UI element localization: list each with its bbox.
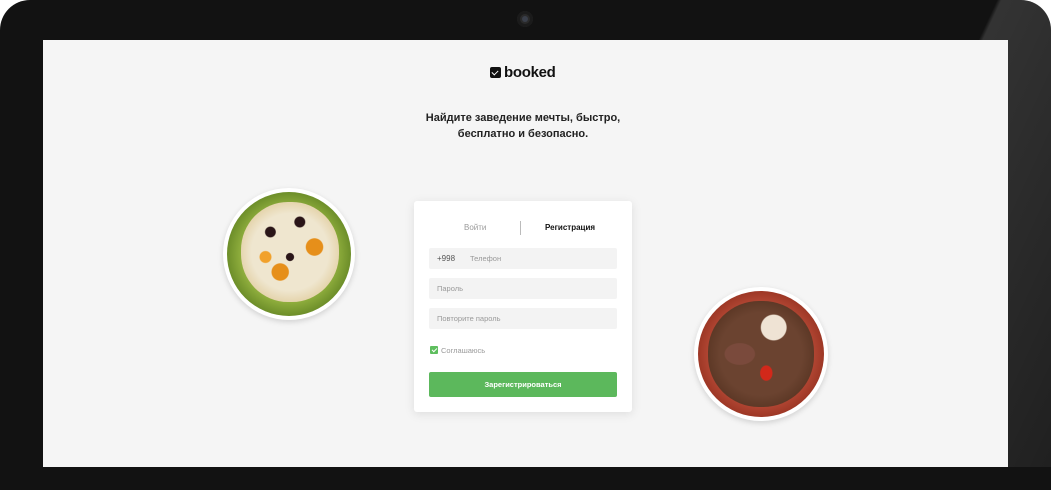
repeat-password-field[interactable]: Повторите пароль — [429, 308, 617, 329]
webcam — [517, 11, 533, 27]
register-button[interactable]: Зарегистрироваться — [429, 372, 617, 397]
phone-country-code: +998 — [437, 254, 456, 263]
headline-line-2: бесплатно и безопасно. — [457, 128, 589, 140]
headline: Найдите заведение мечты, быстро, бесплат… — [373, 110, 673, 142]
password-field[interactable]: Пароль — [429, 278, 617, 299]
tab-divider — [520, 221, 521, 235]
agree-label: Соглашаюсь — [441, 345, 486, 355]
brand-name: booked — [504, 63, 556, 81]
phone-field[interactable]: +998 Телефон — [429, 248, 617, 269]
noodle-dish — [708, 301, 814, 407]
repeat-password-placeholder: Повторите пароль — [437, 314, 501, 323]
pilaf-dish — [241, 202, 339, 302]
agree-checkbox-row[interactable]: Соглашаюсь — [430, 345, 485, 355]
noodle-plate-image — [694, 287, 828, 421]
screen: booked Найдите заведение мечты, быстро, … — [43, 40, 1008, 467]
pilaf-plate-image — [223, 188, 355, 320]
headline-line-1: Найдите заведение мечты, быстро, — [425, 112, 621, 124]
auth-tabs: Войти Регистрация — [414, 219, 632, 237]
checkmark-box-icon — [490, 66, 501, 78]
brand-logo[interactable]: booked — [490, 63, 556, 81]
auth-card: Войти Регистрация +998 Телефон Пароль По… — [414, 201, 632, 412]
password-placeholder: Пароль — [437, 284, 464, 293]
tab-login[interactable]: Войти — [464, 219, 486, 237]
tab-register[interactable]: Регистрация — [545, 219, 595, 237]
phone-placeholder: Телефон — [470, 254, 502, 263]
agree-checkbox[interactable] — [430, 346, 438, 354]
